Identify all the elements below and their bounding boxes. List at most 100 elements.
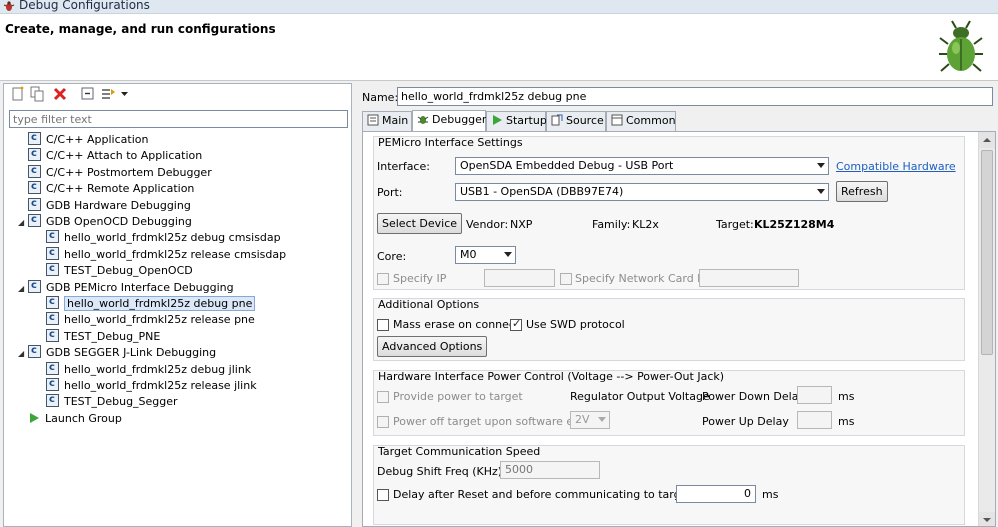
title-bar: Debug Configurations	[0, 0, 998, 14]
power-up-delay-input[interactable]	[797, 411, 832, 429]
tree-item-label: GDB OpenOCD Debugging	[46, 215, 192, 228]
startup-tab-icon	[493, 115, 502, 125]
delay-input[interactable]: 0	[676, 485, 756, 503]
refresh-button[interactable]: Refresh	[836, 181, 888, 202]
config-icon	[46, 310, 59, 326]
delete-config-icon[interactable]	[52, 86, 68, 102]
tree-item-label: hello_world_frdmkl25z debug pne	[64, 296, 256, 311]
tree-item-label: TEST_Debug_OpenOCD	[64, 264, 193, 278]
tree-category[interactable]: C/C++ Attach to Application	[18, 146, 203, 164]
vendor-label: Vendor:	[466, 218, 509, 231]
scroll-thumb[interactable]	[981, 150, 993, 355]
select-device-button[interactable]: Select Device	[377, 213, 463, 234]
tree-item-label: hello_world_frdmkl25z release cmsisdap	[64, 247, 287, 261]
core-select[interactable]: M0	[455, 246, 516, 264]
tree-category[interactable]: C/C++ Application	[18, 130, 149, 148]
specify-ip-checkbox[interactable]	[377, 273, 389, 285]
mass-erase-checkbox[interactable]	[377, 319, 389, 331]
tree-item[interactable]: hello_world_frdmkl25z release cmsisdap	[36, 245, 287, 263]
family-value: KL2x	[632, 218, 659, 231]
vendor-value: NXP	[510, 218, 533, 231]
regulator-voltage-label: Regulator Output Voltage	[570, 390, 710, 403]
filter-configs-icon[interactable]	[100, 86, 116, 102]
tree-item-label: C/C++ Attach to Application	[46, 149, 203, 163]
voltage-select[interactable]: 2V	[570, 411, 610, 429]
main-tab-icon	[367, 114, 379, 126]
ip-input[interactable]	[484, 269, 555, 287]
debug-bug-icon	[3, 1, 15, 11]
dialog-header: Create, manage, and run configurations	[0, 14, 998, 81]
specify-network-card-label: Specify Network Card IP	[575, 272, 708, 285]
expand-triangle-icon[interactable]: ◢	[18, 346, 28, 362]
tree-item[interactable]: TEST_Debug_PNE	[36, 327, 160, 345]
port-label: Port:	[377, 186, 403, 199]
tree-item-label: C/C++ Postmortem Debugger	[46, 165, 212, 179]
duplicate-config-icon[interactable]	[29, 86, 45, 102]
config-icon	[46, 228, 59, 244]
tab-source[interactable]: Source	[546, 111, 606, 131]
ms-label: ms	[762, 488, 779, 501]
name-input[interactable]: hello_world_frdmkl25z debug pne	[397, 87, 993, 106]
power-down-delay-label: Power Down Delay	[702, 390, 805, 403]
tree-category[interactable]: ◢ GDB SEGGER J-Link Debugging	[18, 343, 216, 362]
tree-item[interactable]: hello_world_frdmkl25z release jlink	[36, 376, 257, 394]
tab-main[interactable]: Main	[362, 111, 412, 131]
config-icon	[28, 196, 41, 212]
tab-debugger[interactable]: Debugger	[412, 110, 486, 132]
tree-item[interactable]: TEST_Debug_Segger	[36, 392, 178, 410]
tree-category[interactable]: ◢ GDB OpenOCD Debugging	[18, 212, 192, 231]
power-up-delay-label: Power Up Delay	[702, 415, 789, 428]
config-icon	[46, 261, 59, 277]
power-down-delay-input[interactable]	[797, 386, 832, 404]
port-select[interactable]: USB1 - OpenSDA (DBB97E74)	[455, 183, 829, 201]
bug-icon	[939, 20, 983, 72]
filter-input[interactable]	[9, 110, 348, 128]
vertical-scrollbar[interactable]	[978, 132, 995, 526]
communication-speed-group: Target Communication Speed Debug Shift F…	[373, 445, 965, 525]
target-label: Target:	[716, 218, 754, 231]
tab-startup[interactable]: Startup	[486, 111, 547, 131]
scroll-down-icon[interactable]	[979, 512, 995, 526]
delay-after-reset-checkbox[interactable]	[377, 489, 389, 501]
additional-options-group: Additional Options Mass erase on connect…	[373, 298, 965, 361]
source-tab-icon	[551, 114, 563, 126]
tree-item[interactable]: hello_world_frdmkl25z debug pne	[36, 294, 256, 312]
tree-category[interactable]: C/C++ Postmortem Debugger	[18, 163, 212, 181]
collapse-all-icon[interactable]	[80, 86, 96, 102]
use-swd-checkbox[interactable]	[510, 317, 522, 331]
tree-item-label: TEST_Debug_Segger	[64, 395, 178, 409]
group-title: Target Communication Speed	[378, 445, 541, 458]
expand-triangle-icon[interactable]: ◢	[18, 281, 28, 297]
tree-category[interactable]: GDB Hardware Debugging	[18, 196, 191, 214]
expand-triangle-icon[interactable]: ◢	[18, 215, 28, 231]
chevron-down-icon	[504, 252, 512, 257]
tree-item[interactable]: hello_world_frdmkl25z release pne	[36, 310, 255, 328]
network-card-input[interactable]	[699, 269, 799, 287]
tree-item[interactable]: hello_world_frdmkl25z debug cmsisdap	[36, 228, 281, 246]
tree-item[interactable]: TEST_Debug_OpenOCD	[36, 261, 193, 279]
provide-power-checkbox[interactable]	[377, 391, 389, 403]
ms-label: ms	[838, 390, 855, 403]
config-icon	[28, 163, 41, 179]
chevron-down-icon[interactable]	[120, 86, 129, 102]
shift-freq-input[interactable]: 5000	[500, 461, 600, 479]
tree-item-label: hello_world_frdmkl25z release pne	[64, 313, 255, 327]
tree-item-label: C/C++ Application	[46, 133, 149, 146]
compatible-hardware-link[interactable]: Compatible Hardware	[836, 160, 956, 173]
tab-common[interactable]: Common	[606, 111, 676, 131]
config-icon	[46, 376, 59, 392]
tree-item[interactable]: hello_world_frdmkl25z debug jlink	[36, 360, 251, 378]
advanced-options-button[interactable]: Advanced Options	[377, 336, 488, 357]
name-label: Name:	[362, 91, 399, 104]
provide-power-label: Provide power to target	[393, 390, 523, 403]
specify-network-card-checkbox[interactable]	[560, 273, 572, 285]
power-off-label: Power off target upon software exit	[393, 415, 587, 428]
scroll-up-icon[interactable]	[979, 132, 995, 148]
interface-select[interactable]: OpenSDA Embedded Debug - USB Port	[455, 157, 829, 175]
power-off-checkbox[interactable]	[377, 416, 389, 428]
new-config-icon[interactable]	[10, 86, 26, 102]
tree-item-label: hello_world_frdmkl25z release jlink	[64, 379, 257, 392]
chevron-down-icon	[598, 417, 606, 422]
tree-category[interactable]: C/C++ Remote Application	[18, 179, 194, 197]
tree-category[interactable]: Launch Group	[18, 411, 122, 427]
